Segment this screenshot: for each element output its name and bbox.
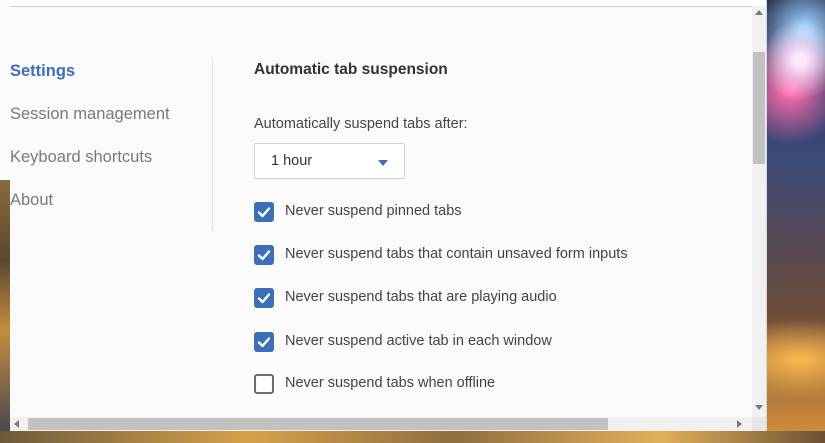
option-never-suspend-active-tab[interactable]: Never suspend active tab in each window (254, 332, 594, 354)
suspend-after-dropdown[interactable]: 1 hour (254, 143, 405, 179)
checkbox-checked-icon[interactable] (254, 202, 274, 222)
sidebar-item-about[interactable]: About (10, 179, 210, 222)
extension-options-window: Settings Session management Keyboard sho… (10, 0, 767, 431)
option-label: Never suspend active tab in each window (285, 333, 552, 349)
sidebar-item-settings[interactable]: Settings (10, 50, 210, 93)
sidebar-nav: Settings Session management Keyboard sho… (10, 50, 210, 222)
horizontal-scroll-thumb[interactable] (28, 418, 608, 430)
scroll-right-arrow-icon[interactable] (737, 420, 742, 428)
desktop-wallpaper-bottom-edge (0, 431, 825, 443)
option-label: Never suspend tabs when offline (285, 375, 496, 391)
scroll-left-arrow-icon[interactable] (14, 420, 19, 428)
sidebar-item-keyboard-shortcuts[interactable]: Keyboard shortcuts (10, 136, 210, 179)
option-never-suspend-unsaved-forms[interactable]: Never suspend tabs that contain unsaved … (254, 245, 674, 267)
checkbox-checked-icon[interactable] (254, 332, 274, 352)
sidebar-divider (212, 58, 213, 231)
desktop-wallpaper-left-edge (0, 0, 10, 443)
scroll-down-arrow-icon[interactable] (755, 405, 763, 410)
sidebar-item-session-management[interactable]: Session management (10, 93, 210, 136)
checkbox-checked-icon[interactable] (254, 288, 274, 308)
scroll-up-arrow-icon[interactable] (755, 10, 763, 15)
section-title: Automatic tab suspension (254, 61, 448, 78)
checkbox-checked-icon[interactable] (254, 245, 274, 265)
option-never-suspend-playing-audio[interactable]: Never suspend tabs that are playing audi… (254, 288, 594, 310)
caret-down-icon (378, 160, 388, 166)
vertical-scroll-thumb[interactable] (753, 52, 765, 164)
option-never-suspend-offline[interactable]: Never suspend tabs when offline (254, 374, 554, 396)
scrollbar-corner (752, 417, 766, 431)
option-label: Never suspend tabs that are playing audi… (285, 289, 557, 305)
window-top-edge (10, 0, 766, 7)
option-never-suspend-pinned[interactable]: Never suspend pinned tabs (254, 202, 514, 224)
suspend-after-label: Automatically suspend tabs after: (254, 116, 468, 132)
vertical-scrollbar[interactable] (752, 6, 766, 418)
checkbox-unchecked-icon[interactable] (254, 374, 274, 394)
option-label: Never suspend pinned tabs (285, 203, 462, 219)
suspend-after-value: 1 hour (271, 153, 313, 169)
option-label: Never suspend tabs that contain unsaved … (285, 246, 628, 262)
horizontal-scrollbar[interactable] (10, 417, 752, 431)
